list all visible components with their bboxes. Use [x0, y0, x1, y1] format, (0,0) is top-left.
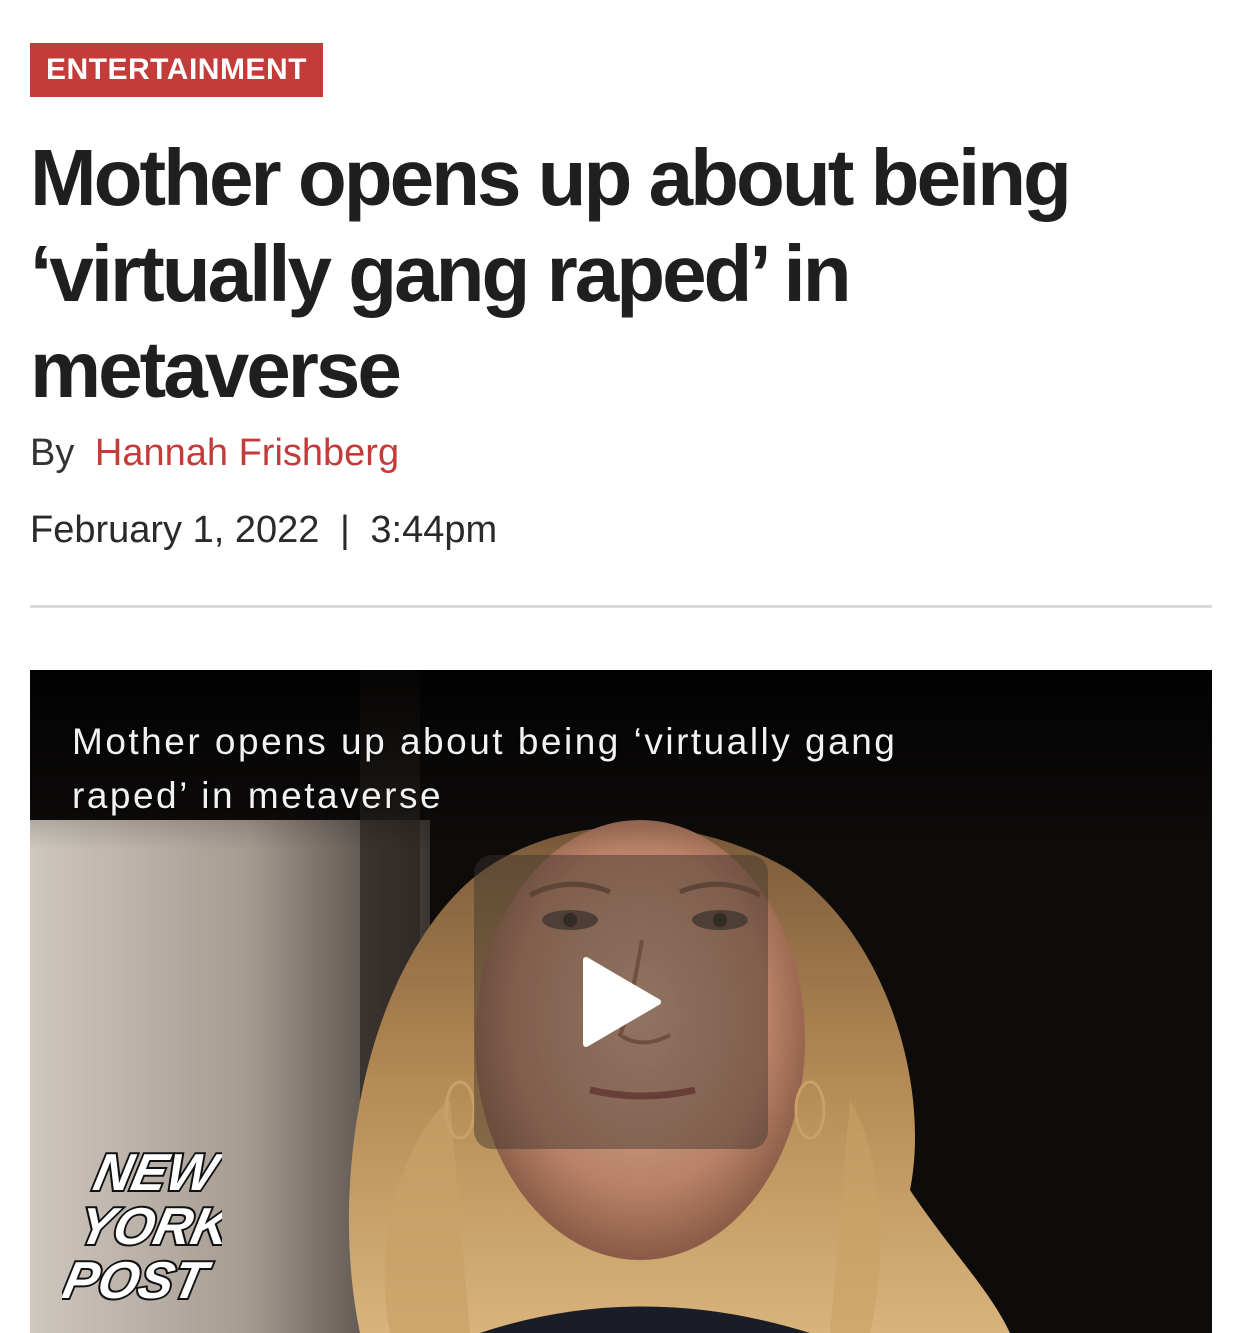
video-player[interactable]: Mother opens up about being ‘virtually g…: [30, 670, 1212, 1333]
video-title: Mother opens up about being ‘virtually g…: [72, 721, 898, 816]
play-icon: [583, 957, 661, 1047]
logo-line-1: NEW: [89, 1144, 222, 1202]
byline: By Hannah Frishberg: [30, 428, 399, 478]
divider: [30, 605, 1212, 608]
publish-time: 3:44pm: [370, 509, 498, 551]
author-link[interactable]: Hannah Frishberg: [95, 432, 399, 474]
headline: Mother opens up about being ‘virtually g…: [30, 133, 1072, 414]
logo-line-3: POST: [62, 1252, 216, 1310]
play-button[interactable]: [474, 855, 768, 1149]
dateline: February 1, 2022 | 3:44pm: [30, 505, 507, 555]
publish-date: February 1, 2022: [30, 509, 320, 551]
byline-prefix: By: [30, 432, 75, 474]
logo-line-2: YORK: [73, 1198, 222, 1256]
new-york-post-logo: NEW YORK POST: [62, 1142, 222, 1310]
category-badge[interactable]: ENTERTAINMENT: [30, 43, 323, 97]
date-separator: |: [339, 509, 350, 551]
